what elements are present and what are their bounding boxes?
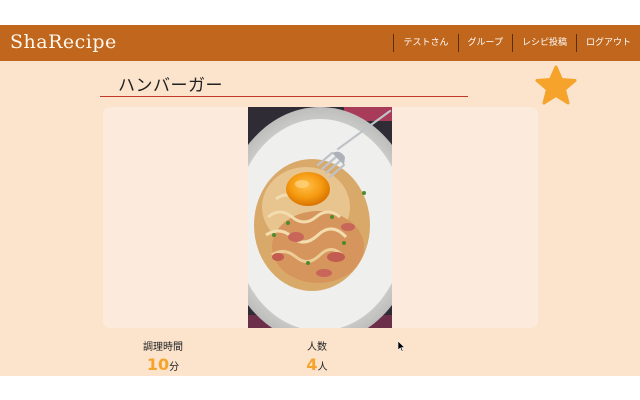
star-icon[interactable] [535,65,577,105]
servings-number: 4 [306,355,318,374]
app-logo[interactable]: ShaRecipe [10,31,117,53]
cook-time-value: 10分 [128,355,198,376]
cook-time-number: 10 [146,355,170,374]
dish-illustration [248,107,392,328]
navbar: ShaRecipe テストさん グループ レシピ投稿 ログアウト [0,25,640,61]
recipe-title: ハンバーガー [118,76,223,96]
nav-item-post-recipe[interactable]: レシピ投稿 [511,34,576,52]
recipe-image-card [103,107,538,328]
nav-links: テストさん グループ レシピ投稿 ログアウト [393,34,640,52]
stat-servings: 人数 4人 [287,341,347,376]
servings-value: 4人 [287,355,347,376]
cook-time-unit: 分 [169,362,180,373]
nav-item-logout[interactable]: ログアウト [575,34,640,52]
servings-label: 人数 [307,342,327,353]
cook-time-label: 調理時間 [143,342,183,353]
mouse-cursor-icon [398,341,406,352]
recipe-photo [248,107,392,328]
servings-unit: 人 [317,362,328,373]
stat-cook-time: 調理時間 10分 [128,341,198,376]
nav-item-user[interactable]: テストさん [393,34,457,52]
nav-item-groups[interactable]: グループ [457,34,512,52]
page: ShaRecipe テストさん グループ レシピ投稿 ログアウト ハンバーガー [0,25,640,376]
title-underline [100,96,468,97]
